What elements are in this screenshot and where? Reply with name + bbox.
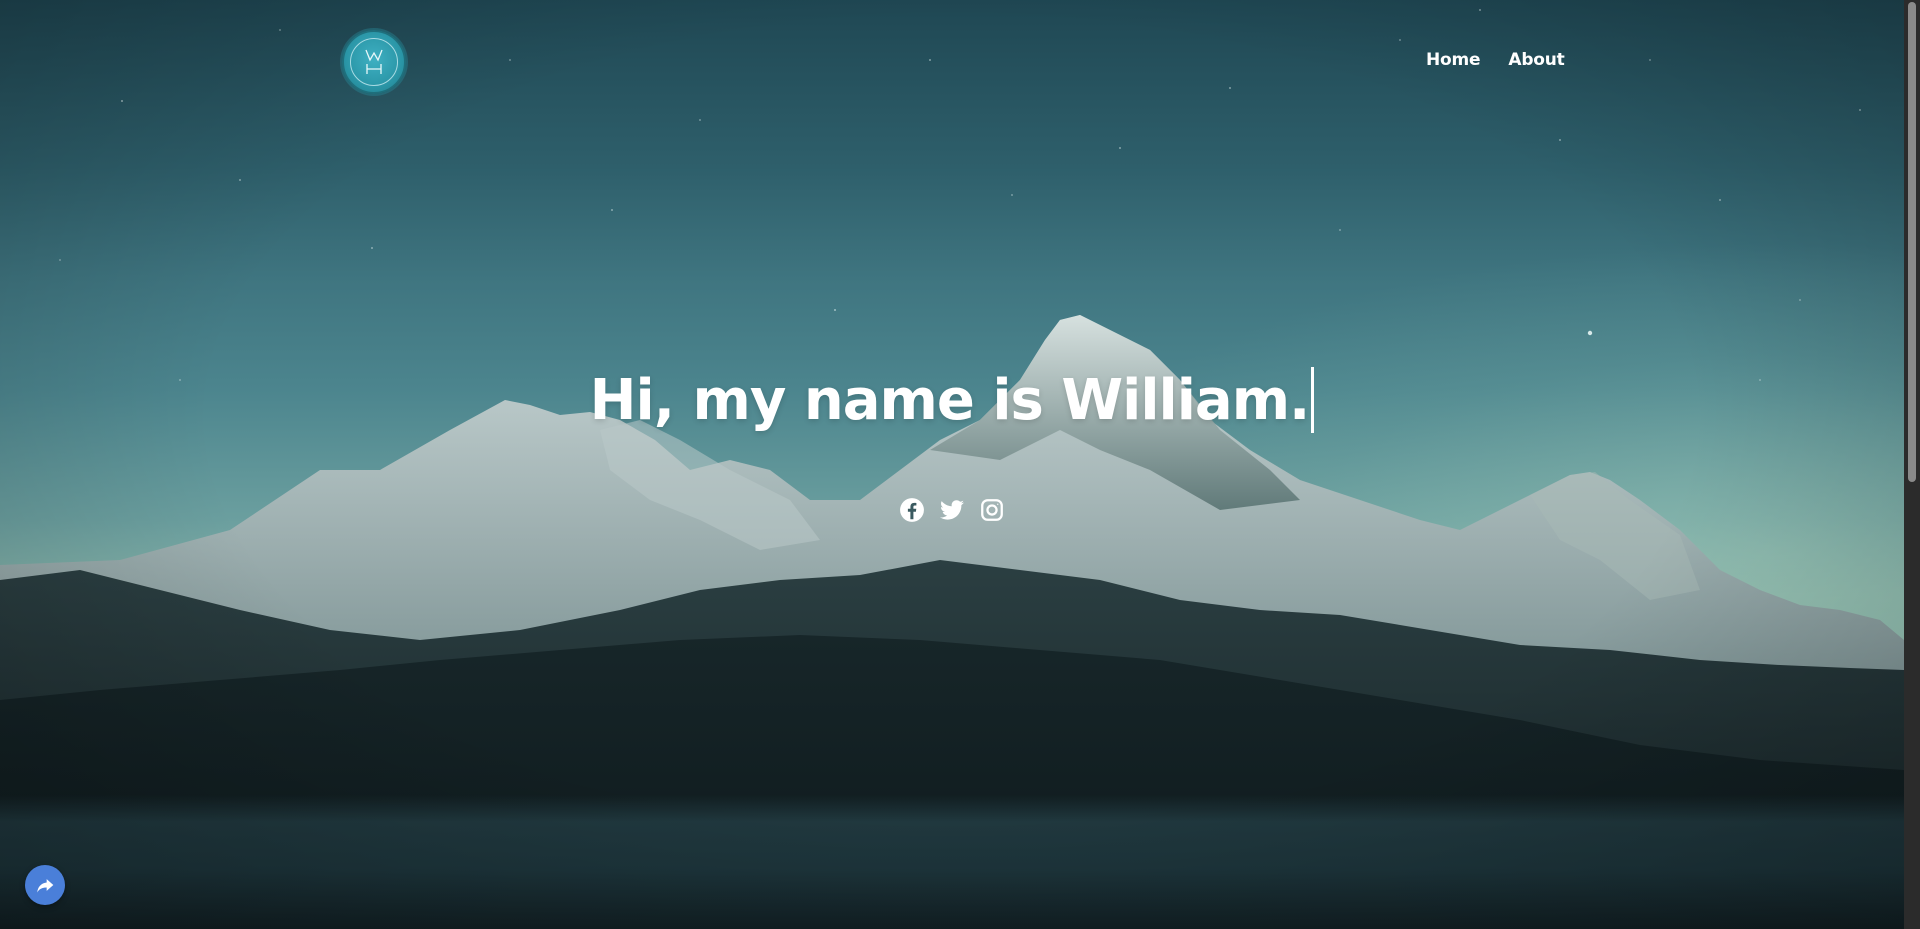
site-logo[interactable] xyxy=(342,30,406,94)
share-arrow-icon xyxy=(37,879,54,893)
nav-about-link[interactable]: About xyxy=(1508,50,1564,70)
share-button[interactable] xyxy=(25,865,65,905)
scrollbar-thumb[interactable] xyxy=(1908,2,1916,482)
twitter-icon[interactable] xyxy=(939,497,965,523)
facebook-icon[interactable] xyxy=(899,497,925,523)
main-nav: Home About xyxy=(1426,50,1565,70)
page-scrollbar[interactable] xyxy=(1904,0,1920,929)
nav-home-link[interactable]: Home xyxy=(1426,50,1481,70)
vignette-overlay xyxy=(0,0,1904,929)
social-links xyxy=(0,497,1904,523)
typing-cursor xyxy=(1311,366,1315,433)
hero-title: Hi, my name is William. xyxy=(0,366,1904,437)
hero-viewport: Home About Hi, my name is William. xyxy=(0,0,1904,929)
hero-title-text: Hi, my name is William. xyxy=(589,368,1311,433)
wh-monogram-logo-icon xyxy=(350,38,398,86)
instagram-icon[interactable] xyxy=(979,497,1005,523)
